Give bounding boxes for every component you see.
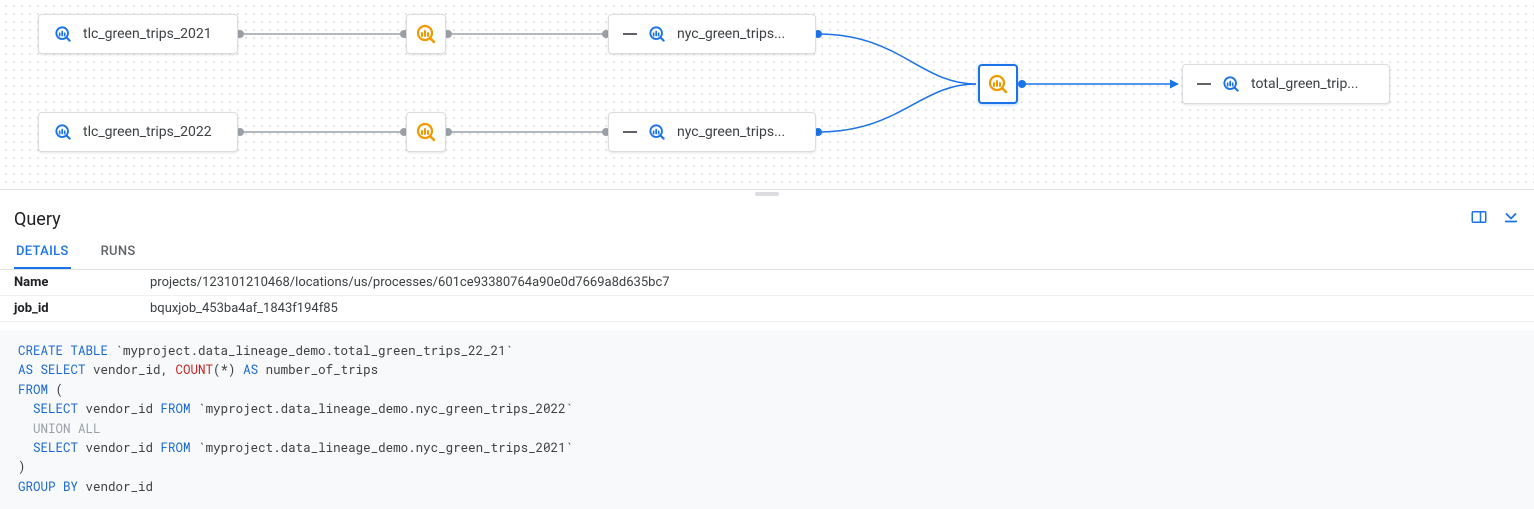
collapse-icon[interactable]: [1197, 83, 1211, 85]
table-node-mid1[interactable]: nyc_green_trips...: [608, 14, 816, 54]
bigquery-icon: [53, 24, 73, 44]
process-node[interactable]: [406, 14, 446, 54]
collapse-icon[interactable]: [623, 33, 637, 35]
sql-code-block[interactable]: CREATE TABLE `myproject.data_lineage_dem…: [0, 330, 1534, 509]
collapse-panel-icon[interactable]: [1502, 208, 1520, 230]
table-node-mid2[interactable]: nyc_green_trips...: [608, 112, 816, 152]
kv-row-name: Name projects/123101210468/locations/us/…: [0, 270, 1534, 296]
kv-label: Name: [14, 275, 150, 290]
bigquery-icon: [1221, 74, 1241, 94]
lineage-graph-canvas[interactable]: tlc_green_trips_2021 nyc_green_trips... …: [0, 0, 1534, 190]
node-label: tlc_green_trips_2022: [83, 124, 212, 140]
node-label: tlc_green_trips_2021: [83, 26, 212, 42]
bigquery-icon: [647, 122, 667, 142]
node-label: total_green_trip...: [1251, 76, 1358, 92]
tab-runs[interactable]: RUNS: [99, 236, 138, 269]
tabs-bar: DETAILS RUNS: [0, 236, 1534, 270]
process-node-selected[interactable]: [978, 64, 1018, 104]
edge-port: [1018, 80, 1026, 88]
table-node-output[interactable]: total_green_trip...: [1182, 64, 1390, 104]
bigquery-icon: [647, 24, 667, 44]
tab-details[interactable]: DETAILS: [14, 236, 71, 269]
side-panel-icon[interactable]: [1470, 208, 1488, 230]
kv-label: job_id: [14, 301, 150, 316]
process-node[interactable]: [406, 112, 446, 152]
panel-title: Query: [14, 209, 61, 230]
kv-value: bquxjob_453ba4af_1843f194f85: [150, 301, 338, 316]
table-node-src1[interactable]: tlc_green_trips_2021: [38, 14, 238, 54]
bigquery-icon: [414, 120, 438, 144]
bigquery-icon: [53, 122, 73, 142]
node-label: nyc_green_trips...: [677, 124, 785, 140]
collapse-icon[interactable]: [623, 131, 637, 133]
kv-value: projects/123101210468/locations/us/proce…: [150, 275, 670, 290]
bigquery-icon: [414, 22, 438, 46]
node-label: nyc_green_trips...: [677, 26, 785, 42]
panel-resize-handle[interactable]: [0, 190, 1534, 198]
kv-row-jobid: job_id bquxjob_453ba4af_1843f194f85: [0, 296, 1534, 322]
bigquery-icon: [986, 72, 1010, 96]
table-node-src2[interactable]: tlc_green_trips_2022: [38, 112, 238, 152]
